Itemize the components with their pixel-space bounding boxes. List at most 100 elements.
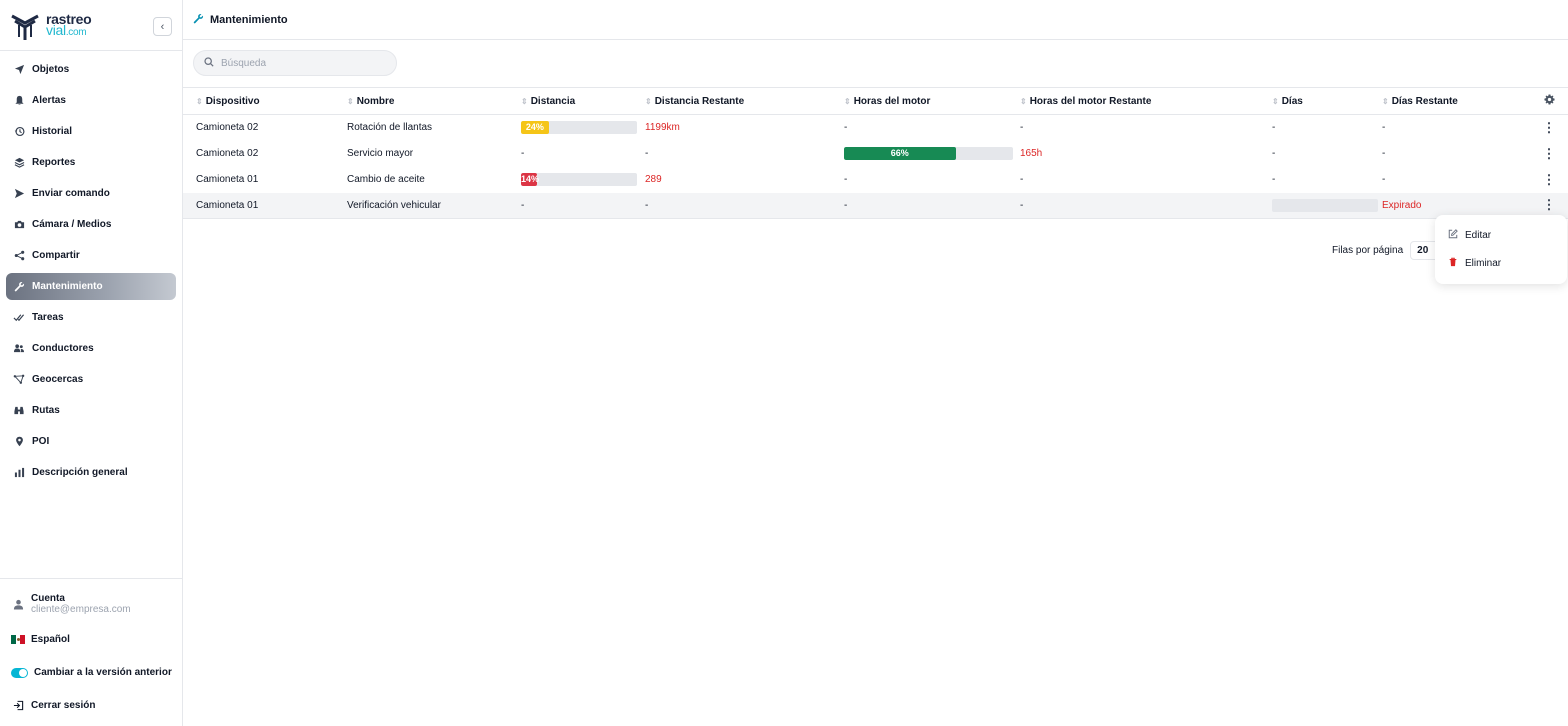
edit-icon	[1448, 229, 1459, 242]
cell-engine-hours-remaining: 165h	[1020, 148, 1043, 159]
brand-logo[interactable]: rastreo vial.com	[10, 10, 130, 42]
page-header: Mantenimiento	[183, 0, 1568, 40]
cell-name: Verificación vehicular	[347, 192, 521, 219]
column-header-dias[interactable]: ⇕ Días	[1272, 87, 1382, 115]
column-header-distancia[interactable]: ⇕ Distancia	[521, 87, 645, 115]
cell-device: Camioneta 01	[196, 192, 347, 219]
maintenance-table: ⇕ Dispositivo ⇕ Nombre ⇕ Distancia ⇕ Distanc…	[183, 87, 1568, 219]
sidebar-bottom-divider	[0, 578, 182, 579]
sidebar-item-geocercas[interactable]: Geocercas	[6, 366, 176, 393]
toggle-switch-icon[interactable]	[11, 667, 28, 678]
sidebar-item-tareas[interactable]: Tareas	[6, 304, 176, 331]
sidebar-item-conductores[interactable]: Conductores	[6, 335, 176, 362]
delete-menu-item[interactable]: Eliminar	[1448, 257, 1501, 270]
sidebar-item-objetos[interactable]: Objetos	[6, 56, 176, 83]
sidebar-divider	[0, 50, 182, 51]
cell-name: Cambio de aceite	[347, 174, 425, 185]
row-actions-button[interactable]: ⋮	[1530, 115, 1568, 141]
progress-fill: 14%	[521, 173, 540, 186]
pagination: Filas por página 20	[1332, 241, 1451, 260]
sidebar-item-compartir[interactable]: Compartir	[6, 242, 176, 269]
sidebar-item-historial[interactable]: Historial	[6, 118, 176, 145]
sidebar-item-label: Descripción general	[32, 467, 128, 478]
cell-days	[1272, 192, 1382, 219]
column-header-distancia-restante[interactable]: ⇕ Distancia Restante	[645, 87, 844, 115]
legacy-version-label: Cambiar a la versión anterior	[34, 667, 172, 678]
row-actions-button[interactable]: ⋮	[1530, 141, 1568, 167]
share-icon	[13, 250, 25, 262]
language-label: Español	[31, 634, 70, 645]
cell-device: Camioneta 02	[196, 148, 259, 159]
sidebar-item-reportes[interactable]: Reportes	[6, 149, 176, 176]
cell-engine-hours: -	[844, 174, 848, 185]
sidebar-item-label: Historial	[32, 126, 73, 137]
row-actions-button[interactable]: ⋮	[1530, 167, 1568, 193]
sidebar-item-rutas[interactable]: Rutas	[6, 397, 176, 424]
sidebar-item-label: Tareas	[32, 312, 64, 323]
sidebar-item-alertas[interactable]: Alertas	[6, 87, 176, 114]
account-menu[interactable]: Cuenta cliente@empresa.com	[13, 593, 131, 615]
sort-icon: ⇕	[844, 96, 851, 106]
table-row[interactable]: Camioneta 02 Rotación de llantas 24% 119…	[183, 115, 1568, 141]
cell-engine-hours: 66%	[844, 141, 1020, 167]
cell-engine-hours-remaining: -	[1020, 122, 1024, 134]
map-pin-icon	[13, 436, 25, 448]
cell-days-remaining: -	[1382, 148, 1386, 159]
bell-icon	[13, 95, 25, 107]
row-context-menu: Editar Eliminar	[1435, 215, 1567, 284]
sidebar-item-label: Rutas	[32, 405, 60, 416]
table-header-row: ⇕ Dispositivo ⇕ Nombre ⇕ Distancia ⇕ Distanc…	[183, 87, 1568, 115]
mexico-flag-icon	[11, 635, 26, 644]
column-header-dias-restante[interactable]: ⇕ Días Restante	[1382, 87, 1530, 115]
page-title: Mantenimiento	[210, 13, 288, 26]
legacy-version-toggle[interactable]: Cambiar a la versión anterior	[11, 667, 172, 678]
search-box[interactable]	[193, 50, 397, 76]
sidebar-item-label: Cámara / Medios	[32, 219, 112, 230]
cell-distance-remaining: -	[645, 192, 844, 219]
cell-distance-remaining: -	[645, 148, 649, 159]
main-content: Mantenimiento ⇕Dispositivo ⇕Nombre ⇕Dist…	[183, 0, 1568, 726]
wrench-icon	[13, 281, 25, 293]
table-row[interactable]: Camioneta 02 Servicio mayor - - 66% 165h…	[183, 141, 1568, 167]
distance-progress-bar: 24%	[521, 121, 637, 135]
sort-icon: ⇕	[521, 96, 528, 106]
collapse-sidebar-button[interactable]: ‹	[153, 17, 172, 36]
sort-icon: ⇕	[1020, 96, 1027, 106]
sidebar-item-poi[interactable]: POI	[6, 428, 176, 455]
cell-name: Servicio mayor	[347, 148, 414, 159]
column-header-horas-motor[interactable]: ⇕ Horas del motor	[844, 87, 1020, 115]
progress-fill: 24%	[521, 121, 549, 135]
column-header-horas-motor-restante[interactable]: ⇕ Horas del motor Restante	[1020, 87, 1272, 115]
edit-menu-item[interactable]: Editar	[1448, 229, 1491, 242]
send-icon	[13, 188, 25, 200]
sidebar-item-label: Objetos	[32, 64, 70, 75]
column-header-nombre[interactable]: ⇕ Nombre	[347, 87, 521, 115]
search-input[interactable]	[221, 57, 381, 69]
logout-button[interactable]: Cerrar sesión	[11, 700, 95, 711]
cell-days: -	[1272, 148, 1276, 159]
bar-chart-icon	[13, 467, 25, 479]
sidebar-item-camara-medios[interactable]: Cámara / Medios	[6, 211, 176, 238]
sidebar-item-enviar-comando[interactable]: Enviar comando	[6, 180, 176, 207]
sidebar-item-mantenimiento[interactable]: Mantenimiento	[6, 273, 176, 300]
search-icon	[204, 56, 214, 70]
cell-device: Camioneta 01	[196, 174, 259, 185]
column-settings-button[interactable]	[1530, 87, 1568, 115]
trash-icon	[1448, 257, 1459, 270]
cell-device: Camioneta 02	[196, 122, 259, 134]
table-row[interactable]: Camioneta 01 Cambio de aceite 14% 289 - …	[183, 167, 1568, 193]
cell-distance-remaining: 289	[645, 174, 662, 185]
table-row[interactable]: Camioneta 01 Verificación vehicular - - …	[183, 192, 1568, 219]
language-selector[interactable]: Español	[11, 634, 70, 645]
sidebar-item-label: Compartir	[32, 250, 80, 261]
more-vertical-icon: ⋮	[1542, 197, 1556, 213]
column-header-dispositivo[interactable]: ⇕ Dispositivo	[196, 87, 347, 115]
chevron-left-icon: ‹	[160, 20, 165, 33]
progress-fill: 66%	[844, 147, 956, 160]
account-email: cliente@empresa.com	[31, 604, 131, 615]
sidebar-item-label: Geocercas	[32, 374, 84, 385]
cell-distance-remaining: 1199km	[645, 122, 680, 134]
edit-label: Editar	[1465, 230, 1492, 241]
sidebar-item-descripcion-general[interactable]: Descripción general	[6, 459, 176, 486]
sidebar: rastreo vial.com ‹ Objetos Alertas Histo…	[0, 0, 183, 726]
